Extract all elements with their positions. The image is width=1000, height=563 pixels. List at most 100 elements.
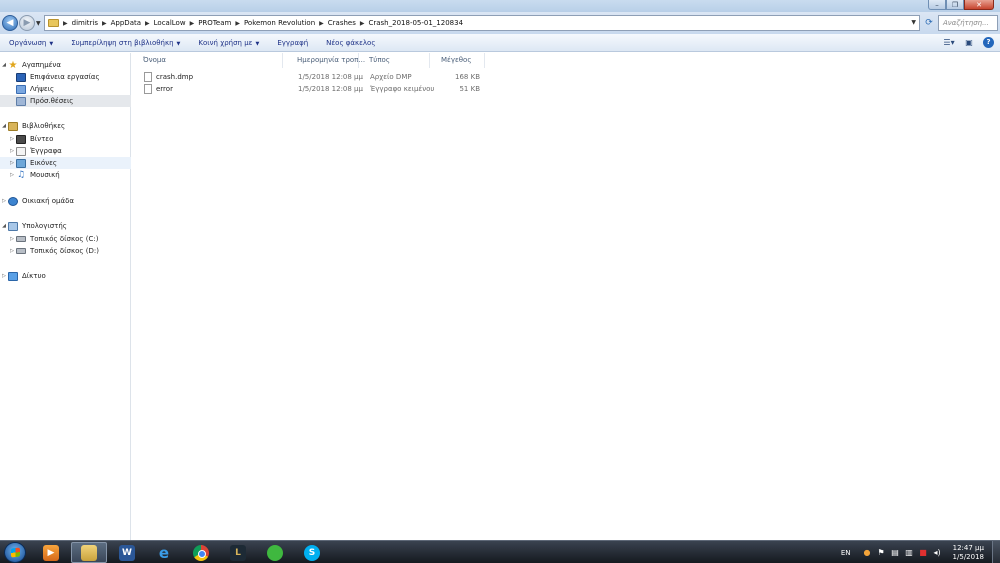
nav-disk-d[interactable]: ▷ Τοπικός δίσκος (D:) (0, 245, 131, 257)
nav-computer[interactable]: ◢ Υπολογιστής (0, 220, 131, 232)
system-tray: EN ● ⚑ ▤ ▥ ■ ◂) 12:47 μμ 1/5/2018 (841, 541, 1000, 563)
breadcrumb-item[interactable]: LocalLow (154, 19, 186, 27)
view-options-icon[interactable]: ☰▾ (943, 37, 955, 48)
include-library-button[interactable]: Συμπερίληψη στη βιβλιοθήκη ▼ (62, 39, 189, 47)
organize-button[interactable]: Οργάνωση ▼ (0, 39, 62, 47)
chevron-right-icon[interactable]: ▶ (63, 20, 68, 27)
videos-icon (16, 134, 26, 144)
start-button[interactable] (4, 542, 26, 563)
alert-icon[interactable]: ● (863, 548, 872, 557)
breadcrumb-item[interactable]: Crash_2018-05-01_120834 (368, 19, 463, 27)
expand-icon[interactable]: ▷ (8, 136, 16, 142)
nav-recent[interactable]: Πρόσ.θέσεις (0, 95, 131, 107)
collapse-icon[interactable]: ◢ (0, 62, 8, 68)
taskbar: ▶ W e L S EN ● ⚑ ▤ ▥ ■ ◂) 12:47 μμ 1/5/2… (0, 540, 1000, 563)
show-desktop-button[interactable] (992, 541, 1000, 563)
collapse-icon[interactable]: ◢ (0, 123, 8, 129)
back-button[interactable]: ◀ (2, 15, 18, 31)
organize-label: Οργάνωση (9, 38, 47, 47)
breadcrumb-item[interactable]: dimitris (72, 19, 98, 27)
nav-documents[interactable]: ▷ Έγγραφα (0, 145, 131, 157)
expand-icon[interactable]: ▷ (8, 236, 16, 242)
file-type: Αρχείο DMP (370, 73, 412, 81)
volume-icon[interactable]: ◂) (933, 548, 942, 557)
breadcrumb-item[interactable]: Pokemon Revolution (244, 19, 315, 27)
burn-button[interactable]: Εγγραφή (268, 39, 317, 47)
address-dropdown[interactable]: ▼ (911, 19, 916, 26)
nav-label: Επιφάνεια εργασίας (30, 73, 100, 81)
file-row[interactable]: crash.dmp 1/5/2018 12:08 μμ Αρχείο DMP 1… (132, 71, 492, 83)
nav-homegroup[interactable]: ▷ Οικιακή ομάδα (0, 195, 131, 207)
window-controls: – ❐ ✕ (928, 0, 994, 10)
breadcrumb: dimitris ▶ AppData ▶ LocalLow ▶ PROTeam … (72, 19, 463, 27)
share-button[interactable]: Κοινή χρήση με ▼ (189, 39, 268, 47)
flag-icon[interactable]: ⚑ (877, 548, 886, 557)
nav-libraries[interactable]: ◢ Βιβλιοθήκες (0, 120, 131, 132)
file-icon (144, 72, 152, 82)
address-row: ◀ ▶ ▼ ▶ dimitris ▶ AppData ▶ LocalLow ▶ … (0, 12, 1000, 34)
taskbar-word[interactable]: W (109, 542, 145, 563)
column-header-size[interactable]: Μέγεθος (430, 53, 485, 68)
homegroup-icon (8, 196, 18, 206)
breadcrumb-item[interactable]: PROTeam (198, 19, 231, 27)
file-row[interactable]: error 1/5/2018 12:08 μμ Έγγραφο κειμένου… (132, 83, 492, 95)
minimize-button[interactable]: – (928, 0, 946, 10)
clock-date: 1/5/2018 (952, 552, 984, 561)
nav-desktop[interactable]: Επιφάνεια εργασίας (0, 71, 131, 83)
security-icon[interactable]: ■ (919, 548, 928, 557)
chevron-right-icon[interactable]: ▶ (102, 20, 107, 27)
language-indicator[interactable]: EN (841, 549, 851, 557)
taskbar-explorer[interactable] (71, 542, 107, 563)
file-size: 51 KB (459, 85, 480, 93)
search-input[interactable]: Αναζήτηση... (938, 15, 998, 31)
close-button[interactable]: ✕ (964, 0, 994, 10)
address-bar[interactable]: ▶ dimitris ▶ AppData ▶ LocalLow ▶ PROTea… (44, 15, 920, 31)
collapse-icon[interactable]: ◢ (0, 223, 8, 229)
chevron-right-icon[interactable]: ▶ (360, 20, 365, 27)
taskbar-chrome[interactable] (183, 542, 219, 563)
taskbar-media-player[interactable]: ▶ (33, 542, 69, 563)
preview-pane-icon[interactable]: ▣ (963, 37, 975, 48)
refresh-icon[interactable]: ⟳ (923, 17, 935, 29)
clock[interactable]: 12:47 μμ 1/5/2018 (953, 544, 984, 562)
taskbar-ie[interactable]: e (146, 542, 182, 563)
nav-downloads[interactable]: Λήψεις (0, 83, 131, 95)
nav-network[interactable]: ▷ Δίκτυο (0, 270, 131, 282)
nav-music[interactable]: ▷ ♫ Μουσική (0, 169, 131, 181)
file-name: crash.dmp (156, 73, 194, 81)
game-icon: L (230, 544, 246, 561)
expand-icon[interactable]: ▷ (8, 148, 16, 154)
chevron-right-icon[interactable]: ▶ (145, 20, 150, 27)
maximize-button[interactable]: ❐ (946, 0, 964, 10)
expand-icon[interactable]: ▷ (8, 160, 16, 166)
chevron-right-icon[interactable]: ▶ (190, 20, 195, 27)
column-header-name[interactable]: Όνομα (132, 53, 283, 68)
text-file-icon (144, 84, 152, 94)
taskbar-league[interactable]: L (220, 542, 256, 563)
expand-icon[interactable]: ▷ (0, 198, 8, 204)
chevron-right-icon[interactable]: ▶ (319, 20, 324, 27)
new-folder-button[interactable]: Νέος φάκελος (317, 39, 384, 47)
navigation-pane: ◢ ★ Αγαπημένα Επιφάνεια εργασίας Λήψεις … (0, 53, 131, 540)
word-icon: W (119, 544, 135, 561)
breadcrumb-item[interactable]: Crashes (328, 19, 356, 27)
expand-icon[interactable]: ▷ (8, 248, 16, 254)
nav-favorites[interactable]: ◢ ★ Αγαπημένα (0, 59, 131, 71)
recent-pages-dropdown[interactable]: ▼ (36, 20, 41, 27)
view-controls: ☰▾ ▣ ? (943, 37, 994, 48)
column-header-type[interactable]: Τύπος (358, 53, 430, 68)
column-header-date[interactable]: Ημερομηνία τροπ... (286, 53, 365, 68)
nav-pictures[interactable]: ▷ Εικόνες (0, 157, 131, 169)
expand-icon[interactable]: ▷ (0, 273, 8, 279)
taskbar-skype[interactable]: S (294, 542, 330, 563)
nav-disk-c[interactable]: ▷ Τοπικός δίσκος (C:) (0, 233, 131, 245)
printer-icon[interactable]: ▤ (891, 548, 900, 557)
forward-button[interactable]: ▶ (19, 15, 35, 31)
chevron-right-icon[interactable]: ▶ (235, 20, 240, 27)
taskbar-cloud[interactable] (257, 542, 293, 563)
nav-videos[interactable]: ▷ Βίντεο (0, 133, 131, 145)
network-status-icon[interactable]: ▥ (905, 548, 914, 557)
expand-icon[interactable]: ▷ (8, 172, 16, 178)
help-icon[interactable]: ? (983, 37, 994, 48)
breadcrumb-item[interactable]: AppData (111, 19, 141, 27)
